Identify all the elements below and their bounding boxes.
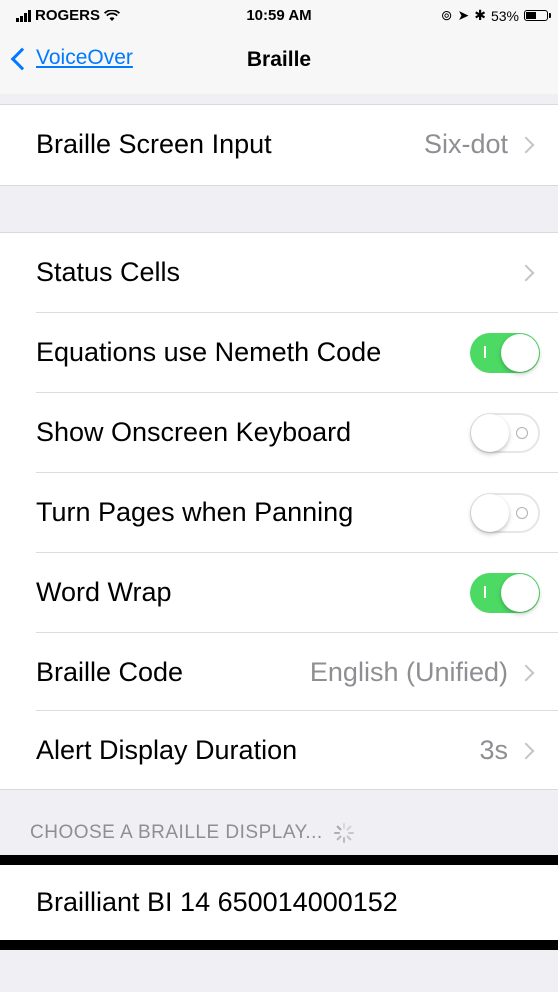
row-label: Status Cells bbox=[36, 257, 181, 287]
chevron-right-icon bbox=[517, 664, 535, 681]
word-wrap-toggle[interactable] bbox=[470, 572, 540, 613]
device-name: Brailliant BI 14 650014000152 bbox=[36, 887, 398, 917]
settings-group-braille: Status Cells Equations use Nemeth Code S… bbox=[0, 232, 558, 790]
row-label: Braille Code bbox=[36, 657, 184, 687]
row-label: Braille Screen Input bbox=[36, 129, 272, 159]
row-equations-nemeth: Equations use Nemeth Code bbox=[0, 313, 558, 392]
row-value: Six-dot bbox=[423, 129, 508, 159]
settings-group-input: Braille Screen Input Six-dot bbox=[0, 104, 558, 186]
row-value: 3s bbox=[479, 735, 508, 765]
loading-spinner-icon bbox=[333, 822, 355, 844]
row-label: Equations use Nemeth Code bbox=[36, 337, 382, 367]
row-label: Show Onscreen Keyboard bbox=[36, 417, 352, 447]
nemeth-toggle[interactable] bbox=[470, 332, 540, 373]
row-label: Alert Display Duration bbox=[36, 735, 298, 765]
status-bar: ROGERS 10:59 AM ⊚ ➤ ✱ 53% bbox=[0, 0, 558, 30]
row-word-wrap: Word Wrap bbox=[0, 553, 558, 632]
turn-pages-toggle[interactable] bbox=[470, 492, 540, 533]
braille-display-item[interactable]: Brailliant BI 14 650014000152 bbox=[0, 865, 558, 940]
onscreen-keyboard-toggle[interactable] bbox=[470, 412, 540, 453]
section-header-label: CHOOSE A BRAILLE DISPLAY... bbox=[30, 822, 323, 843]
row-show-onscreen-keyboard: Show Onscreen Keyboard bbox=[0, 393, 558, 472]
section-header-braille-display: CHOOSE A BRAILLE DISPLAY... bbox=[30, 822, 355, 844]
row-turn-pages-panning: Turn Pages when Panning bbox=[0, 473, 558, 552]
location-arrow-icon: ➤ bbox=[457, 7, 470, 23]
chevron-right-icon bbox=[517, 264, 535, 281]
bluetooth-icon: ✱ bbox=[474, 7, 486, 23]
navigation-bar: VoiceOver Braille bbox=[0, 30, 558, 94]
row-label: Turn Pages when Panning bbox=[36, 497, 354, 527]
focus-border-top bbox=[0, 855, 558, 865]
chevron-right-icon bbox=[517, 136, 535, 153]
rotation-lock-icon: ⊚ bbox=[440, 7, 453, 23]
row-braille-screen-input[interactable]: Braille Screen Input Six-dot bbox=[0, 105, 558, 184]
row-label: Word Wrap bbox=[36, 577, 172, 607]
focus-border-bottom bbox=[0, 940, 558, 950]
braille-display-group: Brailliant BI 14 650014000152 bbox=[0, 865, 558, 940]
chevron-right-icon bbox=[517, 742, 535, 759]
page-title: Braille bbox=[246, 48, 312, 71]
status-icons: ⊚ ➤ ✱ 53% bbox=[440, 7, 551, 24]
row-braille-code[interactable]: Braille Code English (Unified) bbox=[0, 633, 558, 712]
row-value: English (Unified) bbox=[309, 657, 508, 687]
row-status-cells[interactable]: Status Cells bbox=[0, 233, 558, 312]
battery-percent: 53% bbox=[490, 7, 519, 24]
battery-icon bbox=[524, 10, 551, 21]
row-alert-display-duration[interactable]: Alert Display Duration 3s bbox=[0, 711, 558, 790]
